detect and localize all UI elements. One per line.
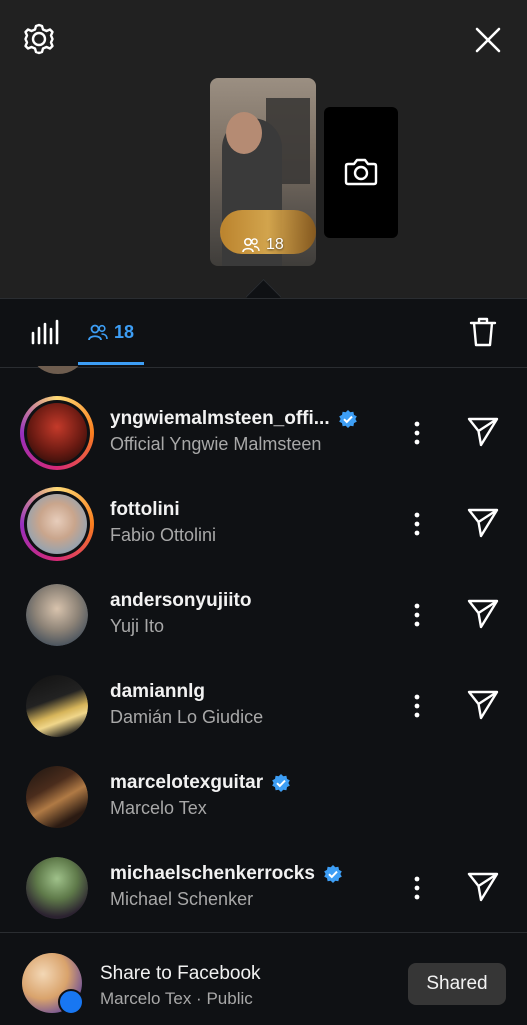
more-options-icon[interactable] <box>405 871 429 905</box>
username[interactable]: andersonyujiito <box>110 590 251 612</box>
verified-badge-icon <box>338 410 357 428</box>
full-name: Damián Lo Giudice <box>110 707 264 727</box>
shared-button[interactable]: Shared <box>408 963 506 1005</box>
username[interactable]: marcelotexguitar <box>110 772 291 794</box>
username[interactable]: michaelschenkerrocks <box>110 863 343 885</box>
gear-icon[interactable] <box>22 22 56 56</box>
people-icon <box>242 237 260 253</box>
insights-tab-bar: 18 <box>0 298 527 368</box>
more-options-icon[interactable] <box>405 689 429 723</box>
more-options-icon[interactable] <box>405 416 429 450</box>
list-item[interactable]: michaelschenkerrocks Michael Schenker <box>0 851 527 931</box>
full-name: Yuji Ito <box>110 616 165 636</box>
people-icon <box>88 324 108 341</box>
username[interactable]: yngwiemalmsteen_offi... <box>110 408 358 430</box>
bar-chart-icon[interactable] <box>30 319 60 345</box>
share-to-facebook-bar[interactable]: Share to Facebook Marcelo Tex · Public S… <box>0 932 527 1025</box>
camera-icon <box>344 158 378 186</box>
facebook-icon <box>58 989 84 1015</box>
send-icon[interactable] <box>466 414 500 448</box>
username-text: yngwiemalmsteen_offi... <box>110 408 330 429</box>
tab-viewers-count: 18 <box>113 321 135 342</box>
send-icon[interactable] <box>466 687 500 721</box>
list-item[interactable]: andersonyujiito Yuji Ito <box>0 578 527 658</box>
list-item[interactable]: yngwiemalmsteen_offi... Official Yngwie … <box>0 396 527 476</box>
verified-badge-icon <box>324 865 342 883</box>
tab-viewers[interactable]: 18 <box>78 299 144 365</box>
full-name: Fabio Ottolini <box>110 525 217 545</box>
list-item[interactable]: fottolini Fabio Ottolini <box>0 487 527 567</box>
avatar <box>34 366 82 374</box>
more-options-icon[interactable] <box>405 598 429 632</box>
story-thumbnail[interactable]: 18 <box>210 78 316 266</box>
full-name: Marcelo Tex <box>110 798 207 818</box>
list-item[interactable]: marcelotexguitar Marcelo Tex <box>0 760 527 840</box>
avatar[interactable] <box>20 487 94 561</box>
viewers-list[interactable]: yngwiemalmsteen_offi... Official Yngwie … <box>0 366 527 932</box>
username[interactable]: fottolini <box>110 499 180 521</box>
list-item[interactable]: damiannlg Damián Lo Giudice <box>0 669 527 749</box>
username-text: andersonyujiito <box>110 590 252 611</box>
send-icon[interactable] <box>466 596 500 630</box>
username-text: fottolini <box>110 499 180 520</box>
avatar-photo <box>26 675 88 737</box>
share-facebook-title: Share to Facebook <box>100 963 261 984</box>
username-text: damiannlg <box>110 681 206 702</box>
username-text: michaelschenkerrocks <box>110 863 315 884</box>
send-icon[interactable] <box>466 505 500 539</box>
full-name: Official Yngwie Malmsteen <box>110 434 322 454</box>
trash-icon[interactable] <box>468 316 498 348</box>
add-story-camera-button[interactable] <box>324 107 398 238</box>
send-icon[interactable] <box>466 869 500 903</box>
more-options-icon[interactable] <box>405 507 429 541</box>
avatar-photo <box>26 584 88 646</box>
username-text: marcelotexguitar <box>110 772 264 793</box>
verified-badge-icon <box>272 774 290 792</box>
share-facebook-subtitle: Marcelo Tex · Public <box>100 989 253 1008</box>
avatar[interactable] <box>26 857 88 919</box>
full-name: Michael Schenker <box>110 889 254 909</box>
story-image-head <box>226 112 262 154</box>
story-viewer-count-text: 18 <box>266 236 284 253</box>
close-icon[interactable] <box>472 24 504 56</box>
avatar-photo <box>27 403 87 463</box>
avatar[interactable] <box>26 584 88 646</box>
avatar[interactable] <box>26 675 88 737</box>
avatar[interactable] <box>20 396 94 470</box>
avatar[interactable] <box>26 766 88 828</box>
avatar-photo <box>27 494 87 554</box>
avatar-photo <box>26 766 88 828</box>
avatar-photo <box>26 857 88 919</box>
username[interactable]: damiannlg <box>110 681 205 703</box>
story-preview-header: 18 <box>0 0 527 315</box>
story-viewer-count: 18 <box>242 236 284 254</box>
